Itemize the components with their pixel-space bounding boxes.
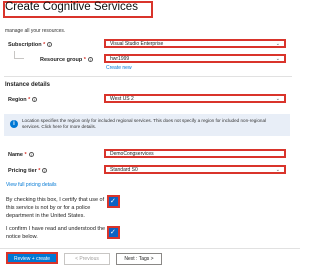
- name-label: Name * i: [8, 152, 34, 158]
- page-title: Create Cognitive Services: [5, 1, 138, 13]
- footer-divider: [0, 248, 300, 249]
- info-icon[interactable]: i: [42, 168, 48, 174]
- region-info-banner: i Location specifies the region only for…: [4, 114, 290, 136]
- pricing-details-link[interactable]: View full pricing details: [6, 182, 57, 188]
- next-button[interactable]: Next : Tags >: [116, 253, 162, 265]
- chevron-down-icon: ⌄: [275, 56, 280, 62]
- tree-connector: [14, 51, 24, 59]
- page-subtitle: manage all your resources.: [5, 28, 66, 34]
- subscription-select[interactable]: Visual Studio Enterprise ⌄: [104, 39, 286, 48]
- info-icon[interactable]: i: [47, 42, 53, 48]
- notice-read-text: I confirm I have read and understood the…: [6, 226, 106, 240]
- pricing-tier-label: Pricing tier * i: [8, 168, 48, 174]
- resource-group-label: Resource group * i: [40, 57, 93, 63]
- region-select[interactable]: West US 2 ⌄: [104, 94, 286, 103]
- region-info-text: Location specifies the region only for i…: [22, 118, 267, 129]
- chevron-down-icon: ⌄: [275, 96, 280, 102]
- previous-button[interactable]: < Previous: [64, 253, 110, 265]
- notice-read-checkbox[interactable]: [107, 226, 120, 239]
- info-icon: i: [10, 120, 18, 128]
- resource-group-select[interactable]: hwr1999 ⌄: [104, 54, 286, 63]
- region-label: Region * i: [8, 97, 38, 103]
- info-icon[interactable]: i: [87, 57, 93, 63]
- responsible-ai-text: By checking this box, I certify that use…: [6, 197, 105, 219]
- review-create-button[interactable]: Review + create: [6, 252, 58, 264]
- subscription-label: Subscription * i: [8, 42, 53, 48]
- info-icon[interactable]: i: [32, 97, 38, 103]
- divider: [4, 76, 292, 77]
- responsible-ai-checkbox[interactable]: [107, 195, 120, 208]
- chevron-down-icon: ⌄: [275, 41, 280, 47]
- pricing-tier-select[interactable]: Standard S0 ⌄: [104, 165, 286, 174]
- instance-details-heading: Instance details: [5, 82, 51, 88]
- info-icon[interactable]: i: [28, 152, 34, 158]
- chevron-down-icon: ⌄: [275, 167, 280, 173]
- name-input[interactable]: DemoCongservices: [104, 149, 286, 158]
- create-new-link[interactable]: Create new: [106, 65, 132, 71]
